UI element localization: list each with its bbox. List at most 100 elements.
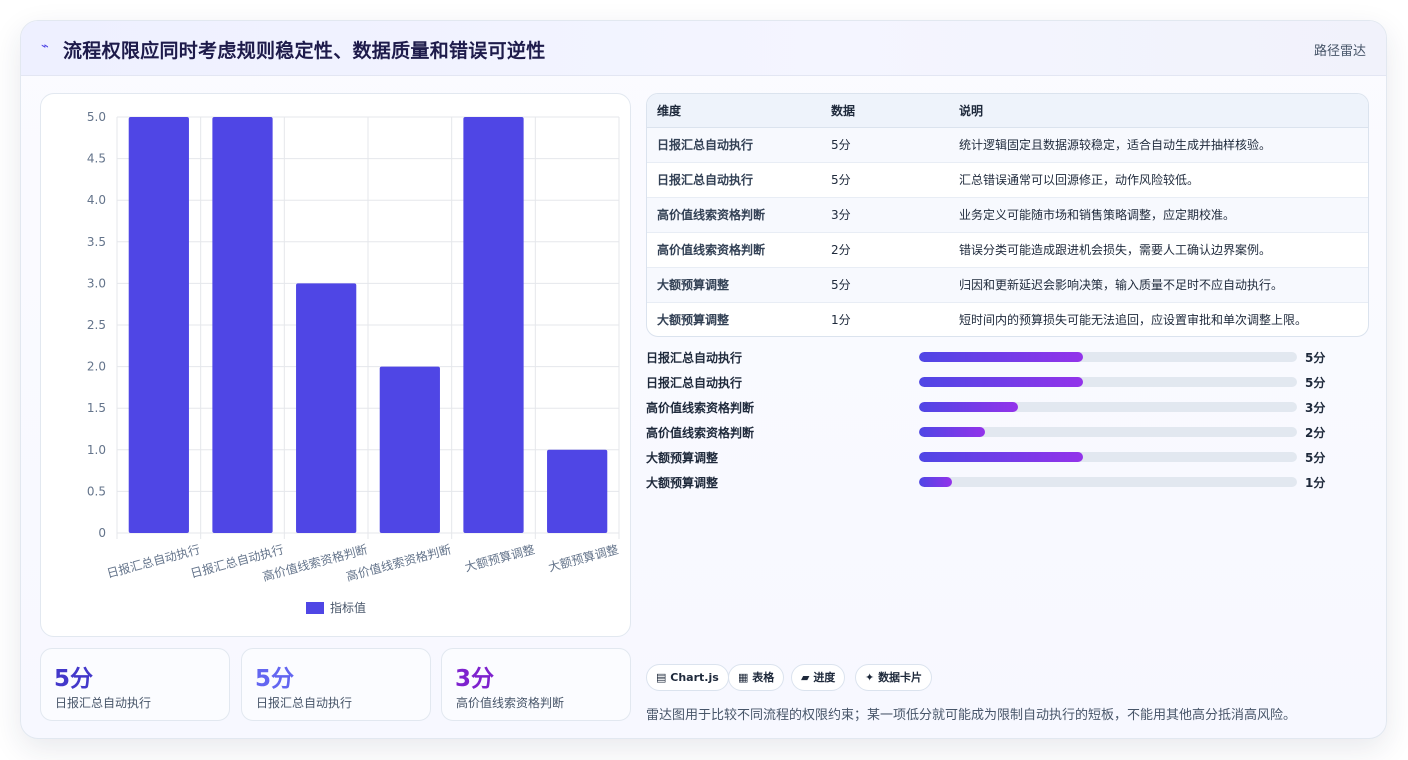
progress-value: 1分 xyxy=(1305,476,1326,490)
progress-row: 大额预算调整 1分 xyxy=(646,472,1346,492)
table-cell-dimension: 大额预算调整 xyxy=(647,267,821,303)
progress-row: 日报汇总自动执行 5分 xyxy=(646,372,1346,392)
y-tick-label: 3.0 xyxy=(87,276,106,290)
table-cell-dimension: 日报汇总自动执行 xyxy=(647,162,821,198)
progress-value: 5分 xyxy=(1305,451,1326,465)
header-tag[interactable]: 路径雷达 xyxy=(1314,40,1366,59)
progress-label: 日报汇总自动执行 xyxy=(646,376,743,390)
progress-value: 3分 xyxy=(1305,401,1326,415)
page-title: 流程权限应同时考虑规则稳定性、数据质量和错误可逆性 xyxy=(63,40,546,62)
table-cell-dimension: 高价值线索资格判断 xyxy=(647,197,821,233)
table-cell-dimension: 高价值线索资格判断 xyxy=(647,232,821,268)
bar-chart: 0 0.5 1.0 1.5 2.0 2.5 3.0 3.5 4.0 4.5 5.0 日报汇总自动执行日… xyxy=(40,93,631,637)
progress-icon: ▰ xyxy=(801,671,810,684)
table-row: 大额预算调整 1分 短时间内的预算损失可能无法追回，应设置审批和单次调整上限。 xyxy=(647,302,1368,336)
bar-chart-svg: 00.51.01.52.02.53.03.54.04.55.0日报汇总自动执行日… xyxy=(87,110,620,615)
progress-fill xyxy=(919,477,952,487)
table-header-dimension: 维度 xyxy=(647,94,821,128)
stat-label: 日报汇总自动执行 xyxy=(55,696,152,710)
table-row: 高价值线索资格判断 2分 错误分类可能造成跟进机会损失，需要人工确认边界案例。 xyxy=(647,232,1368,268)
progress-value: 5分 xyxy=(1305,376,1326,390)
progress-label: 大额预算调整 xyxy=(646,476,719,490)
progress-fill xyxy=(919,452,1084,462)
progress-row: 高价值线索资格判断 2分 xyxy=(646,422,1346,442)
table-cell-data: 5分 xyxy=(821,127,949,163)
table-cell-description: 汇总错误通常可以回源修正，动作风险较低。 xyxy=(949,162,1368,198)
table-cell-data: 3分 xyxy=(821,197,949,233)
stat-value: 5分 xyxy=(255,666,295,692)
y-tick-label: 4.5 xyxy=(87,152,106,166)
legend-swatch xyxy=(306,602,324,614)
bar xyxy=(296,283,357,533)
table-cell-description: 错误分类可能造成跟进机会损失，需要人工确认边界案例。 xyxy=(949,232,1368,268)
progress-track xyxy=(919,402,1297,412)
progress-value: 5分 xyxy=(1305,351,1326,365)
y-tick-label: 0 xyxy=(98,526,106,540)
y-tick-label: 1.5 xyxy=(87,401,106,415)
progress-track xyxy=(919,352,1297,362)
table-cell-dimension: 日报汇总自动执行 xyxy=(647,127,821,163)
chip-label: 数据卡片 xyxy=(878,671,923,684)
chip-table[interactable]: ▦ 表格 xyxy=(728,664,785,691)
progress-label: 日报汇总自动执行 xyxy=(646,351,743,365)
table-cell-data: 5分 xyxy=(821,267,949,303)
bar xyxy=(379,366,440,533)
stat-value: 3分 xyxy=(455,666,495,692)
header: ⌁ 流程权限应同时考虑规则稳定性、数据质量和错误可逆性 路径雷达 xyxy=(21,21,1386,76)
x-tick-label: 日报汇总自动执行 xyxy=(105,541,202,580)
progress-track xyxy=(919,477,1297,487)
table-header-data: 数据 xyxy=(821,94,949,128)
y-tick-label: 3.5 xyxy=(87,235,106,249)
bar xyxy=(547,449,608,533)
table-header-row: 维度 数据 说明 xyxy=(647,94,1368,128)
chip-progress[interactable]: ▰ 进度 xyxy=(791,664,846,691)
y-tick-label: 2.0 xyxy=(87,360,106,374)
stat-card: 3分 高价值线索资格判断 xyxy=(441,648,631,721)
progress-fill xyxy=(919,402,1018,412)
chip-chartjs[interactable]: ▤ Chart.js xyxy=(646,664,729,691)
footer-note: 雷达图用于比较不同流程的权限约束；某一项低分就可能成为限制自动执行的短板，不能用… xyxy=(646,708,1297,723)
x-tick-label: 大额预算调整 xyxy=(546,541,619,574)
stat-card: 5分 日报汇总自动执行 xyxy=(40,648,230,721)
route-icon: ⌁ xyxy=(41,39,49,54)
chip-label: 进度 xyxy=(813,671,836,684)
table-cell-data: 2分 xyxy=(821,232,949,268)
table-row: 日报汇总自动执行 5分 汇总错误通常可以回源修正，动作风险较低。 xyxy=(647,162,1368,198)
bar xyxy=(463,117,524,533)
x-tick-label: 大额预算调整 xyxy=(463,541,536,574)
progress-fill xyxy=(919,352,1084,362)
chip-label: 表格 xyxy=(752,671,775,684)
progress-fill xyxy=(919,377,1084,387)
table-cell-description: 归因和更新延迟会影响决策，输入质量不足时不应自动执行。 xyxy=(949,267,1368,303)
progress-row: 高价值线索资格判断 3分 xyxy=(646,397,1346,417)
progress-row: 大额预算调整 5分 xyxy=(646,447,1346,467)
progress-fill xyxy=(919,427,985,437)
dashboard-card: ⌁ 流程权限应同时考虑规则稳定性、数据质量和错误可逆性 路径雷达 0 0.5 1.0… xyxy=(20,20,1387,739)
chart-icon: ▤ xyxy=(656,671,667,684)
progress-row: 日报汇总自动执行 5分 xyxy=(646,347,1346,367)
bar xyxy=(212,117,273,533)
table-row: 大额预算调整 5分 归因和更新延迟会影响决策，输入质量不足时不应自动执行。 xyxy=(647,267,1368,303)
progress-track xyxy=(919,427,1297,437)
progress-label: 大额预算调整 xyxy=(646,451,719,465)
table-cell-description: 业务定义可能随市场和销售策略调整，应定期校准。 xyxy=(949,197,1368,233)
table-row: 日报汇总自动执行 5分 统计逻辑固定且数据源较稳定，适合自动生成并抽样核验。 xyxy=(647,127,1368,163)
y-tick-label: 4.0 xyxy=(87,193,106,207)
table-cell-data: 5分 xyxy=(821,162,949,198)
table-row: 高价值线索资格判断 3分 业务定义可能随市场和销售策略调整，应定期校准。 xyxy=(647,197,1368,233)
progress-track xyxy=(919,377,1297,387)
table-cell-description: 短时间内的预算损失可能无法追回，应设置审批和单次调整上限。 xyxy=(959,313,1308,328)
y-tick-label: 5.0 xyxy=(87,110,106,124)
legend-label: 指标值 xyxy=(330,600,366,615)
progress-track xyxy=(919,452,1297,462)
progress-label: 高价值线索资格判断 xyxy=(646,401,755,415)
progress-label: 高价值线索资格判断 xyxy=(646,426,755,440)
progress-value: 2分 xyxy=(1305,426,1326,440)
chip-data-cards[interactable]: ✦ 数据卡片 xyxy=(855,664,933,691)
table-icon: ▦ xyxy=(738,671,749,684)
stat-value: 5分 xyxy=(54,666,94,692)
stat-card: 5分 日报汇总自动执行 xyxy=(241,648,431,721)
chip-label: Chart.js xyxy=(670,671,719,684)
table-cell-dimension: 大额预算调整 xyxy=(657,313,730,328)
table-header-description: 说明 xyxy=(949,94,1368,128)
